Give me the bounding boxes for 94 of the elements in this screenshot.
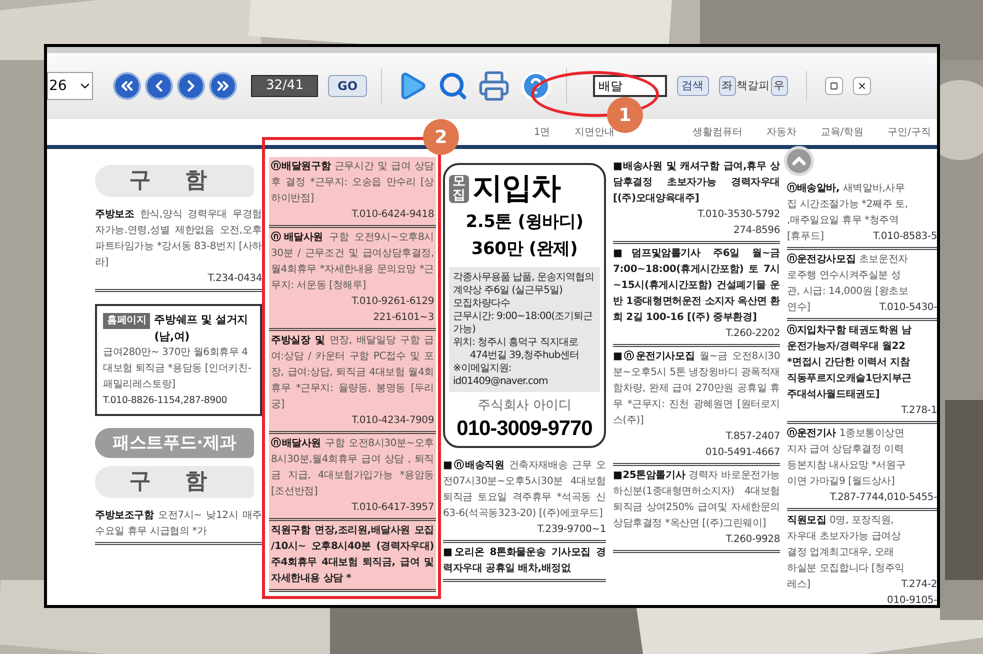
last-page-icon[interactable] <box>209 72 237 100</box>
phone-number: T.857-2407 <box>724 430 780 444</box>
homepage-tag: 홈페이지 <box>103 313 150 329</box>
ad-headline: 360만 (완제) <box>470 238 579 261</box>
listing-text: ⓝ운전기사 1종보통이상면 <box>787 426 906 441</box>
phone-number: T.260-2202 <box>724 327 780 341</box>
phone-number: T.010-8583-5 <box>873 230 937 244</box>
phone-number: T.010-9261-6129 <box>350 295 434 309</box>
listing-text: 집 시간조절가능 *2째주 토, <box>787 198 909 212</box>
listing-text: ⓝ운전강사모집 초보운전자 <box>787 252 909 267</box>
listing-text: ,매주일요일 휴무 *청주역 <box>787 214 900 228</box>
next-page-icon[interactable] <box>177 72 205 100</box>
phone-number: T.274-2 <box>901 578 937 592</box>
listing-text: 운전가능자/경력우대 월22 <box>787 340 906 354</box>
phone-number: 010-5491-4667 <box>704 446 780 460</box>
phone-number: 274-8596 <box>732 224 780 238</box>
first-page-icon[interactable] <box>113 72 141 100</box>
help-icon[interactable] <box>520 70 552 102</box>
go-button[interactable]: GO <box>328 75 367 97</box>
listing-text: 직동푸르지오캐슬1단지부근 <box>787 372 912 386</box>
ad-details: 각종사무용품 납품, 운송지역협의 계약상 주6일 (실근무5일) 모집차량다수 근무시간: 9:00~18:00(조기퇴근가능) 위치: 청주시 흥덕구 직지대로 474번길 39,청주hub센터 ※이메일지원: id01409@naver.com <box>449 267 600 392</box>
listing-text: 이면 가마길9 [월드상사] <box>787 475 896 489</box>
listing-text: ■ⓝ운전기사모집 월~금 오전8시30분~오후5시 5톤 냉장윙바디 광폭적재함차량, 완제 급여 270만원 공휴일 휴무 *근무지: 진천 광혜원면 [원터로지스(주)] <box>613 350 780 428</box>
close-icon <box>856 81 867 91</box>
page-select[interactable]: 26 <box>47 72 93 100</box>
listing-title: 주방쉐프 및 설거지(남,여) <box>154 312 249 345</box>
section-banner: 패스트푸드·제과 <box>95 428 254 458</box>
listing-text: 등본지참 내사요망 *서원구 <box>787 459 907 473</box>
listing-text: 결정 업계최고대우, 오래 <box>787 546 895 560</box>
section-link[interactable]: 자동차 <box>766 124 796 140</box>
previous-page-icon[interactable] <box>145 72 173 100</box>
phone-number: T.287-7744,010-5455- <box>830 491 937 505</box>
page-counter: 32/41 <box>251 75 318 97</box>
phone-number: T.234-0434 <box>206 272 262 286</box>
listing-text: ■ⓝ배송직원 건축자재배송 근무 오전07시30분~오후5시30분 4대보험 퇴직금 토요일 격주휴무 *석곡동 신63-6(석곡동323-20) [(주)에코우드] <box>443 458 606 521</box>
printer-icon[interactable] <box>478 70 510 102</box>
phone-number: T.010-4234-7909 <box>350 414 434 428</box>
left-button[interactable]: 좌 <box>718 76 736 96</box>
phone-number: T.010-6424-9418 <box>350 208 434 222</box>
ad-company: 주식회사 아이디 <box>476 397 572 415</box>
step-marker: 2 <box>423 119 459 155</box>
listing-text: 관, 시급: 14,000원 [왕초보 <box>787 285 910 299</box>
phone-number: T.010-3530-5792 <box>696 208 780 222</box>
search-button[interactable]: 검색 <box>676 76 709 96</box>
listing-text: ■오리온 8톤화물운송 기사모집 경력자우대 공휴일 배차,배정없 <box>443 546 606 576</box>
phone-number: 221-6101~3 <box>372 311 434 325</box>
ad-phone: 010-3009-9770 <box>456 416 594 442</box>
listing-text: 직원구함 면장,조리원,배달사원 모집 /10시~ 오후8시40분 (경력자우대) 주4회휴무 4대보험 퇴직금, 급여 및 자세한내용 상담 * <box>271 524 434 586</box>
ad-tag: 모집 <box>449 174 468 204</box>
phone-number: T.010-5430- <box>879 301 937 315</box>
listing-text: ■25톤암롤기사 경력자 바로운전가능하신분(1종대형면허소지자) 4대보험 퇴직금 상여250% 급여및 자세한문의 상담후결정 *옥산면 [(주)그린웨이] <box>613 469 780 531</box>
listing-text: 주방실장 및 면장, 배달일당 구함 급여:상담 / 카운터 구함 PC접수 및 포장, 급여:상담, 퇴직금 4대보험 월4회휴무 *근무지: 율량동, 봉명동 [두리궁] <box>271 334 434 412</box>
listing-text: ■배송사원 및 캐셔구함 급여,휴무 상담후결정 초보자가능 경력자우대 [(주)오대양육대주] <box>613 160 780 206</box>
ad-headline: 2.5톤 (윙바디) <box>464 211 584 234</box>
listing-text: 연수] <box>787 301 810 315</box>
phone-number: T.010-6417-3957 <box>350 501 434 515</box>
listing-text: 레스] <box>787 578 810 592</box>
phone-number: T.260-9928 <box>724 533 780 547</box>
section-link[interactable]: 구인/구직 <box>888 124 931 140</box>
search-field[interactable]: 배달 <box>592 75 667 97</box>
ad-title: 지입차 <box>472 170 560 208</box>
maximize-icon <box>830 82 838 90</box>
listing-text: 하실분 모집합니다 [청주익 <box>787 562 906 576</box>
listing-text: *면접시 간단한 이력서 지참 <box>787 356 911 370</box>
maximize-button[interactable] <box>824 77 843 95</box>
listing-text: 주방보조 한식,양식 경력우대 무경험자가능.연령,성별 제한없음 오전,오후 파트타임가능 *강서동 83-8번지 [사하라] <box>95 208 262 270</box>
phone-number: 010-9105- <box>887 594 937 605</box>
section-heading: 구 함 <box>95 466 254 498</box>
listing-text: ⓝ배달사원 구함 오전8시30분~오후8시30분,월4회휴무 급여 상담 , 퇴직금 지급, 4대보험가입가능 *용암동 [조선반점] <box>271 436 434 499</box>
listing-text: ⓝ배달원구함 근무시간 및 급여 상담후 결정 *근무지: 오송읍 만수리 [상하이반점] <box>271 160 434 206</box>
listing-text: 로주행 연수시켜주실분 성 <box>787 269 902 283</box>
right-button[interactable]: 우 <box>770 76 788 96</box>
bookmark-button[interactable]: 책갈피 <box>736 77 771 95</box>
phone-number: T.239-9700~1 <box>536 523 606 537</box>
scroll-up-button[interactable] <box>784 146 814 176</box>
listing-text: 급여280만~ 370만 월6회휴무 4대보험 퇴직금 *용담동 [인더키친- 패밀리레스토랑] <box>103 346 252 392</box>
listing-text: 주방보조구함 오전7시~ 낮12시 매주 수요일 휴무 시급협의 *가 <box>95 509 262 539</box>
listing-text: [휴푸드] <box>787 230 824 244</box>
listing-text: 자우대 초보자가능 급여상 <box>787 530 902 544</box>
listing-text: ⓝ지입차구함 태권도학원 남 <box>787 324 912 338</box>
section-link[interactable]: 교육/학원 <box>820 124 864 140</box>
listing-text: ⓝ배송알바, 새벽알바,사무 <box>787 182 906 196</box>
listing-text: ■덤프및암롤기사 주6일 월~금 7:00~18:00(휴게시간포함) 토 7시~15시(휴게시간포함) 건설폐기물 운반 1종대형면허운전 소지자 옥산면 환희 2길 100-16 [(주) 중부환경] <box>613 247 780 325</box>
listing-text: ⓝ배달사원 구함 오전9시~오후8시30분 / 근무조건 및 급여상담후결정, 월4회휴무 *자세한내용 문의요망 *근무지: 서운동 [청해루] <box>271 230 434 293</box>
section-heading: 구 함 <box>95 165 254 197</box>
section-link[interactable]: 1면 <box>534 124 550 140</box>
close-button[interactable] <box>852 77 871 95</box>
section-link[interactable]: 생활컴퓨터 <box>692 124 742 140</box>
phone-number: T.278-1 <box>901 404 937 418</box>
phone-number: T.010-8826-1154,287-8900 <box>103 394 228 408</box>
listing-text: 지자 급여 상담후결정 이력 <box>787 443 905 457</box>
listing-text: 주대석사월드태권도] <box>787 388 881 402</box>
search-icon[interactable] <box>438 71 468 101</box>
listing-text: 직원모집 0명, 포장직원, <box>787 514 895 528</box>
